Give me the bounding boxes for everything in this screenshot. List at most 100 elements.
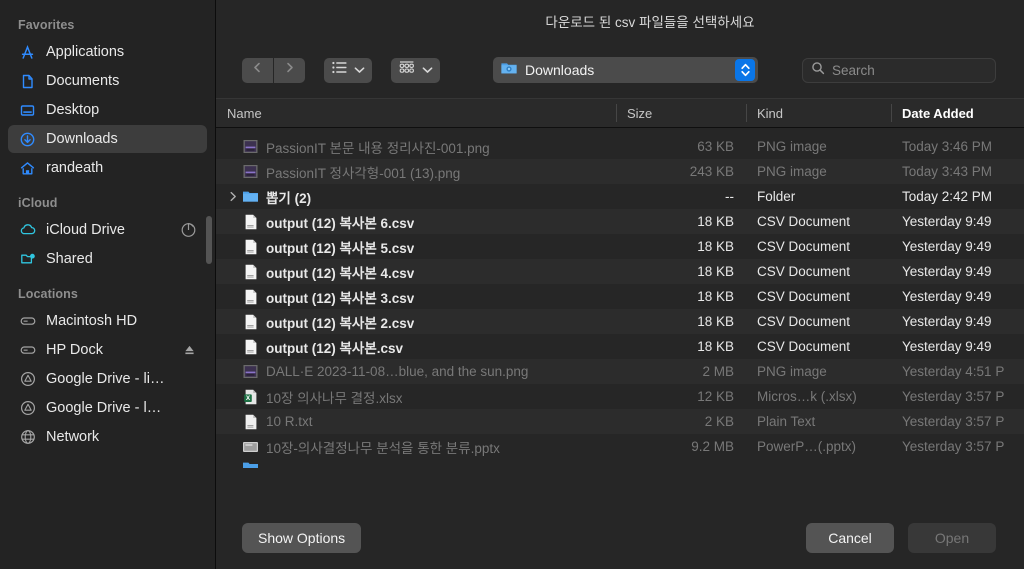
cloud-icon <box>18 221 37 240</box>
column-header-date-added[interactable]: Date Added <box>891 99 1024 127</box>
file-picker-dialog: Favorites Applications Documents Desktop <box>0 0 1024 569</box>
sidebar-scrollbar-thumb[interactable] <box>206 216 212 264</box>
sidebar-item-label: Network <box>46 429 100 445</box>
cell-date-added: Yesterday 9:49 <box>902 339 992 354</box>
cell-name: output (12) 복사본 5.csv <box>216 237 616 257</box>
folder-icon <box>242 188 259 205</box>
file-name: 10 R.txt <box>266 414 313 429</box>
column-header-kind[interactable]: Kind <box>746 99 891 127</box>
png-thumb-icon <box>242 138 259 155</box>
cell-name: output (12) 복사본 3.csv <box>216 287 616 307</box>
sidebar-item-label: iCloud Drive <box>46 222 125 238</box>
show-options-button[interactable]: Show Options <box>242 523 362 553</box>
search-field[interactable]: Search <box>802 57 996 83</box>
sidebar-item-google-drive-1[interactable]: Google Drive - li… <box>8 365 207 393</box>
sidebar-item-desktop[interactable]: Desktop <box>8 96 207 124</box>
cell-kind: Micros…k (.xlsx) <box>757 389 857 404</box>
main-panel: 다운로드 된 csv 파일들을 선택하세요 Downloads Search N… <box>216 0 1024 569</box>
cell-kind: CSV Document <box>757 239 851 254</box>
file-name: 10장 의사나무 결정.xlsx <box>266 390 403 406</box>
sidebar-item-randeath[interactable]: randeath <box>8 154 207 182</box>
sidebar-item-label: Google Drive - li… <box>46 371 165 387</box>
cell-name: PassionIT 본문 내용 정리사진-001.png <box>216 137 616 157</box>
sidebar-item-google-drive-2[interactable]: Google Drive - l… <box>8 394 207 422</box>
file-name: output (12) 복사본 3.csv <box>266 290 415 306</box>
downloads-folder-icon <box>500 60 518 81</box>
sidebar-item-label: Macintosh HD <box>46 313 138 329</box>
sidebar-item-icloud-drive[interactable]: iCloud Drive <box>8 216 207 244</box>
disclosure-triangle-icon[interactable] <box>227 191 240 202</box>
sidebar-item-hp-dock[interactable]: HP Dock <box>8 336 207 364</box>
table-row[interactable]: output (12) 복사본 3.csv 18 KB CSV Document Ye… <box>216 284 1024 309</box>
sidebar-item-macintosh-hd[interactable]: Macintosh HD <box>8 307 207 335</box>
sidebar-item-label: Desktop <box>46 102 100 118</box>
cancel-button[interactable]: Cancel <box>806 523 894 553</box>
sidebar-group-locations: Locations Macintosh HD HP Dock Google Dr… <box>0 287 215 451</box>
sidebar-item-shared[interactable]: Shared <box>8 245 207 273</box>
csv-file-icon <box>242 213 259 230</box>
cell-size: 18 KB <box>697 289 734 304</box>
sidebar-item-documents[interactable]: Documents <box>8 67 207 95</box>
back-button[interactable] <box>242 57 273 83</box>
png-thumb-icon <box>242 363 259 380</box>
navigation-buttons <box>242 57 305 83</box>
table-row[interactable]: PassionIT 정사각형-001 (13).png 243 KB PNG ima… <box>216 159 1024 184</box>
cell-name: 10장-의사결정나무 분석을 통한 분류.pptx <box>216 437 616 457</box>
cell-date-added: Yesterday 9:49 <box>902 239 992 254</box>
table-row[interactable]: 10장-의사결정나무 분석을 통한 분류.pptx 9.2 MB PowerP…(.… <box>216 434 1024 459</box>
group-view-icon <box>398 60 416 80</box>
txt-file-icon <box>242 413 259 430</box>
table-row[interactable]: 뽑기 (2) -- Folder Today 2:42 PM <box>216 184 1024 209</box>
folder-icon <box>242 459 259 468</box>
cell-kind: CSV Document <box>757 314 851 329</box>
sidebar-item-network[interactable]: Network <box>8 423 207 451</box>
applications-icon <box>18 43 37 62</box>
sidebar-item-label: HP Dock <box>46 342 103 358</box>
table-row[interactable]: output (12) 복사본 2.csv 18 KB CSV Document Ye… <box>216 309 1024 334</box>
cell-kind: CSV Document <box>757 339 851 354</box>
group-by-button[interactable] <box>391 57 440 83</box>
cell-date-added: Yesterday 9:49 <box>902 289 992 304</box>
file-name: PassionIT 정사각형-001 (13).png <box>266 165 461 181</box>
cell-kind: CSV Document <box>757 264 851 279</box>
path-popup-button[interactable]: Downloads <box>493 57 758 83</box>
sidebar-item-downloads[interactable]: Downloads <box>8 125 207 153</box>
cell-name: 10 R.txt <box>216 413 616 430</box>
table-row[interactable]: PassionIT 본문 내용 정리사진-001.png 63 KB PNG ima… <box>216 134 1024 159</box>
file-list[interactable]: PassionIT 본문 내용 정리사진-001.png 63 KB PNG ima… <box>216 128 1024 507</box>
cell-name: X 10장 의사나무 결정.xlsx <box>216 387 616 407</box>
table-row[interactable]: X 10장 의사나무 결정.xlsx 12 KB Micros…k (.xlsx) Ye… <box>216 384 1024 409</box>
view-mode-button[interactable] <box>324 57 372 83</box>
table-row-partial-bottom[interactable] <box>216 459 1024 468</box>
table-row[interactable]: output (12) 복사본 5.csv 18 KB CSV Document Ye… <box>216 234 1024 259</box>
table-row[interactable]: output (12) 복사본 4.csv 18 KB CSV Document Ye… <box>216 259 1024 284</box>
cell-size: 9.2 MB <box>691 439 734 454</box>
sidebar-group-icloud: iCloud iCloud Drive Shared <box>0 196 215 273</box>
cell-date-added: Yesterday 3:57 P <box>902 414 1005 429</box>
cell-date-added: Yesterday 3:57 P <box>902 439 1005 454</box>
eject-icon[interactable] <box>182 343 197 358</box>
table-row[interactable]: output (12) 복사본.csv 18 KB CSV Document Yest… <box>216 334 1024 359</box>
sidebar-item-label: Downloads <box>46 131 118 147</box>
table-row[interactable]: output (12) 복사본 6.csv 18 KB CSV Document Ye… <box>216 209 1024 234</box>
shared-folder-icon <box>18 250 37 269</box>
column-header-size[interactable]: Size <box>616 99 746 127</box>
sidebar-item-label: randeath <box>46 160 104 176</box>
sidebar-item-label: Shared <box>46 251 93 267</box>
table-row[interactable]: 10 R.txt 2 KB Plain Text Yesterday 3:57 P <box>216 409 1024 434</box>
table-header: Name Size Kind Date Added <box>216 98 1024 128</box>
file-name: output (12) 복사본 6.csv <box>266 215 415 231</box>
open-button[interactable]: Open <box>908 523 996 553</box>
path-popup-label: Downloads <box>525 62 595 78</box>
file-name: DALL·E 2023-11-08…blue, and the sun.png <box>266 364 529 379</box>
sidebar-group-title-icloud: iCloud <box>18 196 58 210</box>
updown-stepper-icon[interactable] <box>735 59 755 81</box>
cell-kind: PNG image <box>757 364 827 379</box>
forward-button[interactable] <box>274 57 305 83</box>
sidebar-item-applications[interactable]: Applications <box>8 38 207 66</box>
column-header-name[interactable]: Name <box>216 99 616 127</box>
sidebar-group-favorites: Favorites Applications Documents Desktop <box>0 18 215 182</box>
table-row[interactable]: DALL·E 2023-11-08…blue, and the sun.png 2… <box>216 359 1024 384</box>
google-drive-icon <box>18 399 37 418</box>
cell-kind: PNG image <box>757 139 827 154</box>
